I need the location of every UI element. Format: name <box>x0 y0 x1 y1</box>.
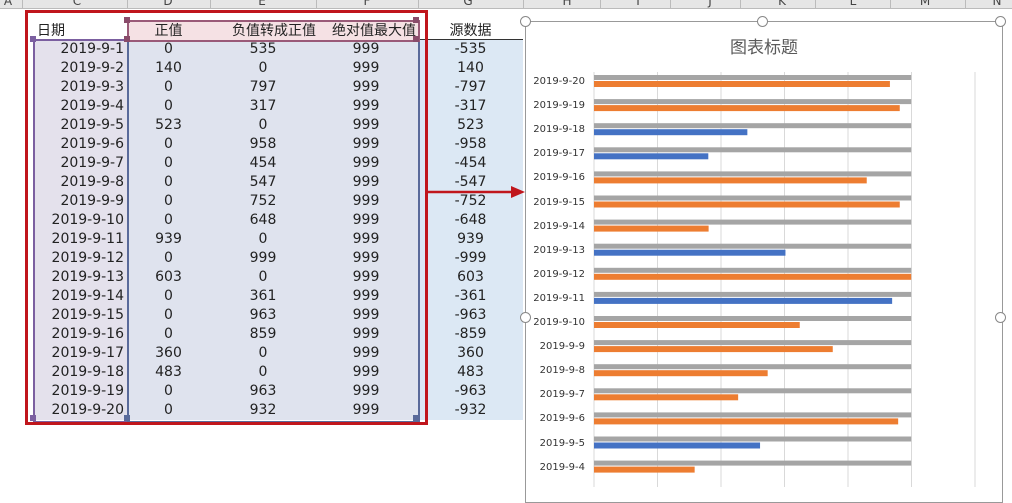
bar-positive[interactable] <box>594 153 709 160</box>
bar-negative-to-positive[interactable] <box>594 273 912 280</box>
chart-resize-handle[interactable] <box>757 16 768 27</box>
category-label: 2019-9-19 <box>533 100 585 112</box>
chart-resize-handle[interactable] <box>520 312 531 323</box>
bar-abs-max[interactable] <box>594 388 912 394</box>
bar-negative-to-positive[interactable] <box>594 177 867 184</box>
chart-resize-handle[interactable] <box>995 312 1006 323</box>
bar-abs-max[interactable] <box>594 171 912 177</box>
bar-positive[interactable] <box>594 249 786 256</box>
bar-negative-to-positive[interactable] <box>594 322 800 328</box>
bar-abs-max[interactable] <box>594 364 912 370</box>
category-label: 2019-9-7 <box>539 389 585 401</box>
bar-negative-to-positive[interactable] <box>594 466 695 473</box>
bar-abs-max[interactable] <box>594 195 912 201</box>
bar-negative-to-positive[interactable] <box>594 394 739 401</box>
category-label: 2019-9-10 <box>533 317 585 328</box>
category-label: 2019-9-6 <box>539 413 585 425</box>
category-label: 2019-9-13 <box>533 244 585 256</box>
bar-positive[interactable] <box>594 297 893 304</box>
bar-abs-max[interactable] <box>594 436 912 442</box>
bar-abs-max[interactable] <box>594 75 912 80</box>
bar-abs-max[interactable] <box>594 267 912 273</box>
category-label: 2019-9-14 <box>533 220 585 232</box>
bar-abs-max[interactable] <box>594 243 912 249</box>
category-label: 2019-9-12 <box>533 268 585 280</box>
bar-abs-max[interactable] <box>594 460 912 466</box>
category-label: 2019-9-11 <box>533 292 585 304</box>
chart-plot-area <box>593 72 976 487</box>
bar-positive[interactable] <box>594 442 761 449</box>
bar-positive[interactable] <box>594 129 748 136</box>
bar-abs-max[interactable] <box>594 316 912 321</box>
bar-negative-to-positive[interactable] <box>594 81 890 87</box>
bar-abs-max[interactable] <box>594 219 912 225</box>
bar-abs-max[interactable] <box>594 291 912 297</box>
bar-abs-max[interactable] <box>594 99 912 105</box>
bar-abs-max[interactable] <box>594 147 912 153</box>
category-label: 2019-9-4 <box>539 461 585 473</box>
category-label: 2019-9-20 <box>533 76 585 87</box>
bar-negative-to-positive[interactable] <box>594 225 709 232</box>
category-label: 2019-9-8 <box>539 365 585 377</box>
bar-abs-max[interactable] <box>594 412 912 418</box>
bar-negative-to-positive[interactable] <box>594 201 900 208</box>
bar-negative-to-positive[interactable] <box>594 346 833 353</box>
category-label: 2019-9-15 <box>533 196 585 208</box>
chart-resize-handle[interactable] <box>520 16 531 27</box>
bar-abs-max[interactable] <box>594 123 912 129</box>
bar-abs-max[interactable] <box>594 340 912 346</box>
bar-negative-to-positive[interactable] <box>594 418 899 425</box>
category-label: 2019-9-16 <box>533 172 585 184</box>
chart-resize-handle[interactable] <box>995 16 1006 27</box>
category-label: 2019-9-9 <box>539 341 585 353</box>
category-label: 2019-9-18 <box>533 124 585 136</box>
category-label: 2019-9-5 <box>539 437 585 449</box>
category-label: 2019-9-17 <box>533 148 585 160</box>
bar-negative-to-positive[interactable] <box>594 105 900 112</box>
bar-negative-to-positive[interactable] <box>594 370 768 377</box>
